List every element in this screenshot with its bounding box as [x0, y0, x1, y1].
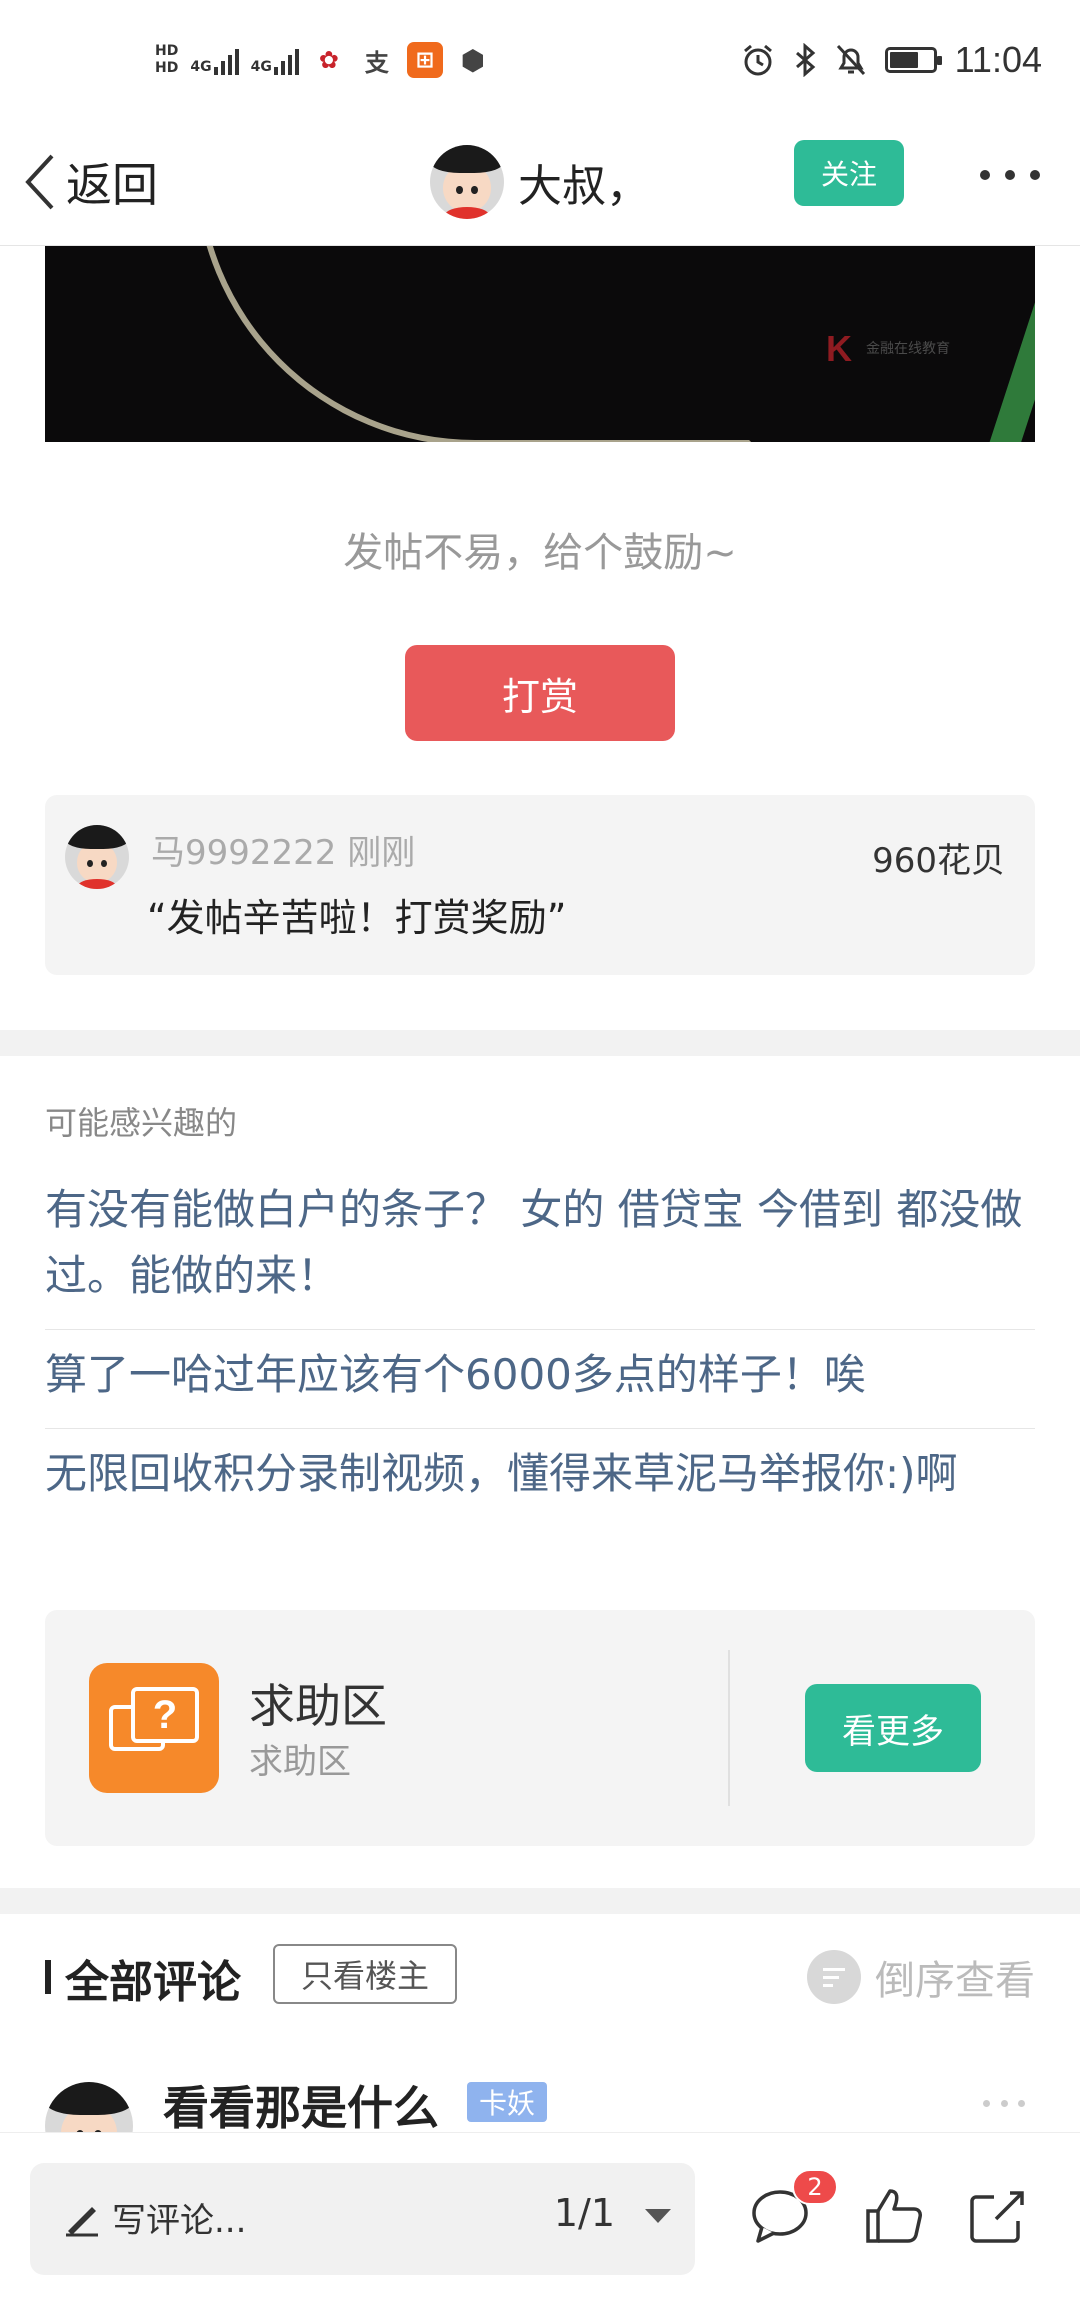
see-more-button[interactable]: 看更多 [805, 1684, 981, 1772]
page-indicator[interactable]: 1/1 [554, 2191, 615, 2235]
help-forum-icon: ? [89, 1663, 219, 1793]
shield-notice-icon: ⬢ [460, 43, 486, 77]
sort-icon [807, 1950, 861, 2004]
author-avatar[interactable] [430, 145, 504, 219]
watermark-text: 金融在线教育 [866, 341, 950, 357]
user-level-badge: 卡妖 [467, 2082, 548, 2122]
recommended-links: 有没有能做白户的条子？ 女的 借贷宝 今借到 都没做过。能做的来！ 算了一哈过年… [45, 1165, 1035, 1527]
back-button[interactable]: 返回 [20, 144, 158, 220]
only-op-toggle[interactable]: 只看楼主 [273, 1944, 457, 2004]
recommended-link[interactable]: 无限回收积分录制视频，懂得来草泥马举报你:)啊 [45, 1429, 1035, 1527]
taobao-icon: ⊞ [406, 42, 443, 78]
comment-count-badge: 2 [792, 2169, 838, 2205]
section-accent-bar [45, 1960, 51, 1994]
tip-time: 刚刚 [347, 833, 416, 873]
section-divider [0, 1888, 1080, 1914]
alipay-icon: 支 [364, 48, 389, 77]
post-video-image[interactable]: K 金融在线教育 [45, 246, 1035, 442]
caret-down-icon[interactable] [645, 2209, 671, 2223]
section-divider [0, 1030, 1080, 1056]
status-right: 11:04 [741, 32, 1042, 88]
alarm-icon [743, 44, 772, 76]
write-comment-placeholder: 写评论... [112, 2201, 247, 2241]
author-name[interactable]: 大叔， [518, 150, 650, 214]
share-icon[interactable] [966, 2183, 1030, 2247]
watermark-logo: K 金融在线教育 [826, 328, 950, 369]
thumbs-up-icon[interactable] [862, 2183, 926, 2247]
hd-indicator: HD HD [155, 43, 178, 77]
recommended-link[interactable]: 算了一哈过年应该有个6000多点的样子！唉 [45, 1330, 1035, 1429]
tipper-name[interactable]: 马9992222 [151, 833, 336, 873]
pencil-icon [66, 2207, 98, 2237]
tipper-meta: 马9992222 刚刚 [151, 825, 415, 874]
reward-record-card: 马9992222 刚刚 960花贝 “发帖辛苦啦！打赏奖励” [45, 795, 1035, 975]
signal-1: 4G [190, 45, 239, 75]
bluetooth-icon [795, 43, 815, 77]
comments-title: 全部评论 [65, 1957, 241, 2008]
signal-2: 4G [251, 45, 299, 75]
author-header[interactable]: 大叔， [430, 136, 650, 228]
flower-app-icon: ✿ [318, 46, 339, 74]
status-bar: HD HD 4G 4G ✿ 支 ⊞ ⬢ 11:04 [0, 0, 1080, 118]
mute-bell-icon [836, 44, 865, 76]
tip-message: “发帖辛苦啦！打赏奖励” [147, 896, 567, 940]
reverse-order-label: 倒序查看 [875, 1958, 1035, 2004]
write-comment-input[interactable]: 写评论... 1/1 [30, 2163, 695, 2275]
clock: 11:04 [954, 39, 1042, 80]
recommended-link[interactable]: 有没有能做白户的条子？ 女的 借贷宝 今借到 都没做过。能做的来！ [45, 1165, 1035, 1330]
encourage-text: 发帖不易，给个鼓励~ [343, 530, 737, 576]
commenter-name[interactable]: 看看那是什么 [163, 2072, 439, 2138]
tip-amount: 960花贝 [872, 841, 1005, 881]
signal-bars-icon [213, 45, 239, 75]
comments-header: 全部评论 只看楼主 倒序查看 [45, 1940, 1035, 2012]
chevron-left-icon [25, 154, 54, 210]
network-type-1: 4G [190, 59, 212, 75]
hd1-label: HD [155, 43, 179, 59]
question-mark-glyph: ? [131, 1687, 199, 1743]
back-label: 返回 [66, 158, 158, 212]
reward-button[interactable]: 打赏 [405, 645, 675, 741]
forum-divider [728, 1650, 730, 1806]
network-type-2: 4G [250, 59, 272, 75]
hd2-label: HD [155, 60, 179, 76]
bottom-action-bar: 写评论... 1/1 2 [0, 2132, 1080, 2310]
tipper-avatar[interactable] [65, 825, 129, 889]
forum-name: 求助区 [249, 1679, 387, 1733]
top-nav-bar: 返回 大叔， 关注 [0, 118, 1080, 246]
signal-bars-icon [273, 45, 299, 75]
battery-icon [884, 47, 942, 73]
interest-section-title: 可能感兴趣的 [45, 1104, 238, 1142]
status-left: HD HD 4G 4G ✿ 支 ⊞ ⬢ [155, 32, 491, 88]
battery-fill [889, 52, 918, 68]
forum-subtitle: 求助区 [249, 1742, 351, 1782]
comment-item: 看看那是什么 卡妖 [45, 2072, 1035, 2170]
reverse-order-button[interactable]: 倒序查看 [807, 1948, 1035, 2006]
more-options-icon[interactable] [980, 160, 1040, 190]
comment-more-icon[interactable] [983, 2100, 1025, 2107]
forum-card[interactable]: ? 求助区 求助区 看更多 [45, 1610, 1035, 1846]
follow-button[interactable]: 关注 [794, 140, 904, 206]
